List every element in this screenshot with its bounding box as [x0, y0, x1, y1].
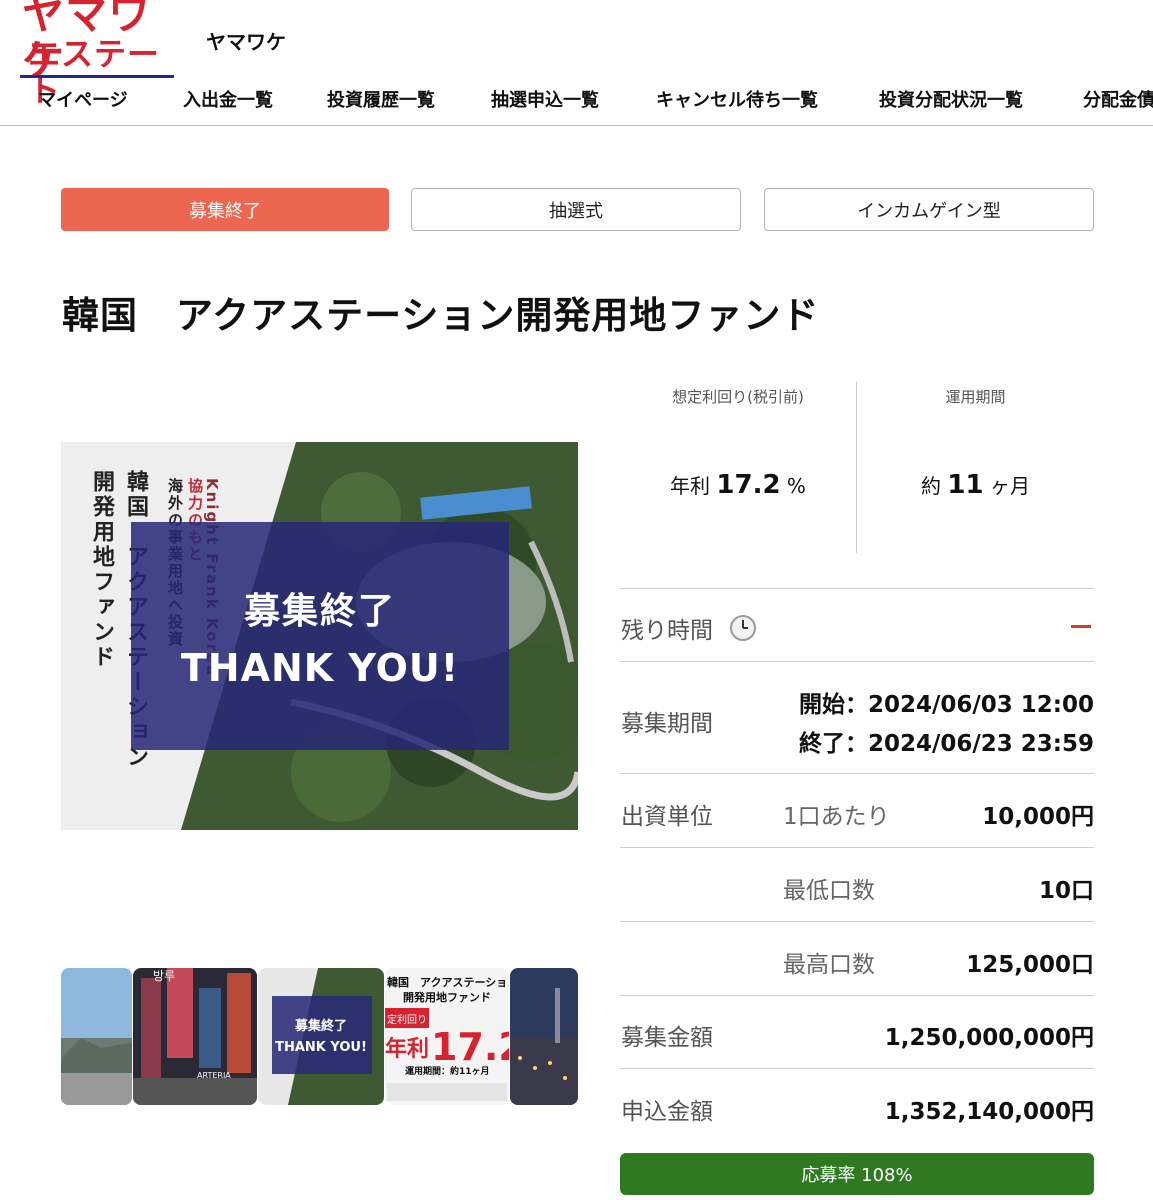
max-units-label: 最高口数 [783, 952, 875, 978]
stats-divider [856, 381, 857, 553]
yield-unit: % [786, 474, 806, 498]
overlay-thankyou-text: THANK YOU! [180, 646, 460, 690]
thumbnail-4-period: 運用期間：約11ヶ月 [405, 1065, 490, 1077]
nav-item-investment-history[interactable]: 投資履歴一覧 [327, 86, 435, 112]
nav-item-waitlist[interactable]: キャンセル待ち一覧 [656, 86, 818, 112]
main-nav: マイページ 入出金一覧 投資履歴一覧 抽選申込一覧 キャンセル待ち一覧 投資分配… [0, 78, 1153, 126]
thumbnail-4-image: 韓国 アクアステーション 開発用地ファンド 定利回り 年利 17.2 運用期間：… [385, 968, 509, 1105]
max-units-value: 125,000口 [966, 952, 1094, 978]
recruit-start: 開始：2024/06/03 12:00 [798, 692, 1094, 718]
divider [620, 588, 1094, 589]
thumbnail-4-big: 17.2 [431, 1025, 509, 1069]
recruit-end: 終了：2024/06/23 23:59 [798, 731, 1094, 757]
thumbnail-4[interactable]: 韓国 アクアステーション 開発用地ファンド 定利回り 年利 17.2 運用期間：… [385, 968, 509, 1105]
closed-overlay: 募集終了 THANK YOU! [131, 522, 509, 750]
nav-item-mypage[interactable]: マイページ [38, 86, 128, 112]
target-amount-label: 募集金額 [621, 1025, 713, 1051]
thumbnail-2-sign-1: 방루 [153, 969, 175, 983]
yield-label: 想定利回り(税引前) [672, 388, 804, 406]
thumbnail-1-image [61, 968, 132, 1105]
divider [620, 921, 1094, 922]
nav-item-dividends[interactable]: 分配金債 [1083, 86, 1153, 112]
thumbnail-4-year: 年利 [385, 1036, 429, 1062]
thumbnail-5[interactable] [510, 968, 578, 1105]
hero-image[interactable]: 開発用地ファンド 韓国 アクアステーション 海外の事業用地へ投資 協力のもと K… [61, 442, 578, 830]
fund-title: 韓国 アクアステーション開発用地ファンド [62, 294, 820, 337]
thumbnail-5-image [510, 968, 578, 1105]
thumbnail-1[interactable] [61, 968, 132, 1105]
thumbnail-2[interactable]: 방루 ARTERIA [133, 968, 257, 1105]
applied-amount-label: 申込金額 [621, 1099, 713, 1125]
per-unit-label: 1口あたり [783, 804, 890, 830]
site-logo[interactable]: ヤマワケ エステート [20, 0, 176, 108]
yield-value: 年利 17.2 % [620, 470, 856, 500]
remaining-time-label: 残り時間 [621, 618, 713, 644]
brand-name: ヤマワケ [206, 30, 286, 54]
min-units-value: 10口 [1038, 878, 1094, 904]
period-unit: ヶ月 [989, 474, 1030, 498]
unit-label: 出資単位 [621, 804, 713, 830]
hero-vertical-title-2: 開発用地ファンド [89, 470, 114, 670]
overlay-closed-text: 募集終了 [243, 591, 396, 632]
divider [620, 773, 1094, 774]
period-prefix: 約 [921, 474, 942, 498]
status-badge: 募集終了 [61, 188, 389, 231]
applied-amount-value: 1,352,140,000円 [884, 1099, 1094, 1125]
yield-number: 17.2 [716, 470, 781, 500]
target-amount-value: 1,250,000,000円 [884, 1025, 1094, 1051]
method-badge: 抽選式 [411, 188, 741, 231]
divider [620, 661, 1094, 662]
period-number: 11 [947, 470, 984, 500]
divider [620, 847, 1094, 848]
collapse-icon[interactable] [1071, 625, 1091, 628]
divider [620, 995, 1094, 996]
recruit-period-label: 募集期間 [621, 711, 713, 737]
thumbnail-3-thankyou: THANK YOU! [275, 1040, 367, 1055]
yield-prefix: 年利 [670, 474, 711, 498]
clock-icon [730, 615, 756, 641]
nav-item-lottery[interactable]: 抽選申込一覧 [491, 86, 599, 112]
application-rate-bar: 応募率 108% [620, 1153, 1094, 1195]
thumbnail-3-image: 募集終了 THANK YOU! [258, 968, 384, 1105]
thumbnail-2-sign-2: ARTERIA [197, 1071, 231, 1080]
period-value: 約 11 ヶ月 [857, 470, 1094, 500]
divider [620, 1068, 1094, 1069]
period-label: 運用期間 [945, 388, 1006, 406]
nav-item-distribution[interactable]: 投資分配状況一覧 [879, 86, 1023, 112]
thumbnail-4-badge: 定利回り [387, 1013, 427, 1026]
thumbnail-4-title-2: 開発用地ファンド [403, 990, 491, 1004]
thumbnail-4-title-1: 韓国 アクアステーション [387, 975, 509, 989]
type-badge: インカムゲイン型 [764, 188, 1094, 231]
min-units-label: 最低口数 [783, 878, 875, 904]
application-rate-text: 応募率 108% [801, 1165, 913, 1186]
thumbnail-2-image: 방루 ARTERIA [133, 968, 257, 1105]
nav-item-deposits[interactable]: 入出金一覧 [183, 86, 273, 112]
thumbnail-3[interactable]: 募集終了 THANK YOU! [258, 968, 384, 1105]
thumbnail-3-closed: 募集終了 [294, 1018, 347, 1034]
per-unit-value: 10,000円 [982, 804, 1094, 830]
